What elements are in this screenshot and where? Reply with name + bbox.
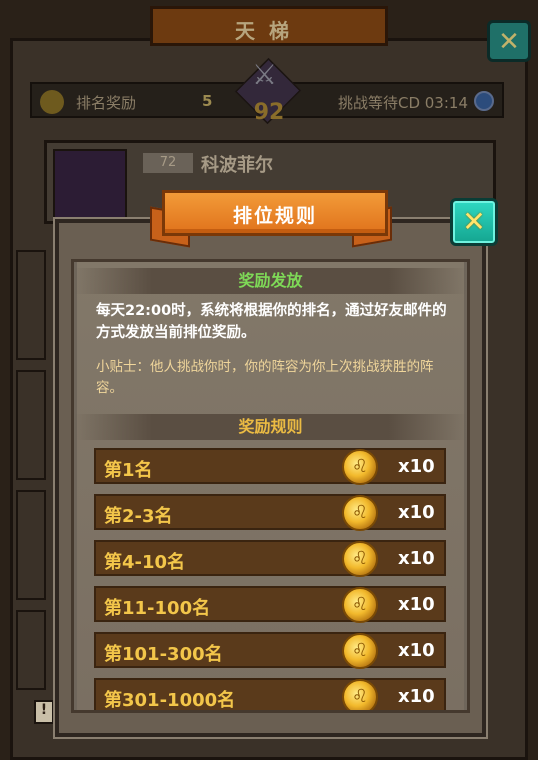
lion-coin-icon: ♌: [342, 541, 378, 577]
reward-row: 第1名 ♌ x10: [94, 448, 446, 485]
section-reward-rules: 奖励规则: [74, 414, 467, 440]
reward-rank-label: 第301-1000名: [104, 690, 236, 711]
reward-rank-label: 第2-3名: [104, 506, 173, 527]
rank-reward-value: 5: [202, 92, 213, 110]
reward-rank-label: 第101-300名: [104, 644, 223, 665]
dialog-title-ribbon: 排位规则: [162, 190, 388, 236]
background-close-button: ✕: [487, 20, 531, 62]
opponent-level: 72: [143, 153, 193, 173]
lion-coin-icon: ♌: [342, 449, 378, 485]
section-reward-distribution: 奖励发放: [74, 268, 467, 294]
opponent-avatar: [53, 149, 127, 219]
reward-quantity: x10: [398, 686, 435, 707]
tip-text: 小贴士：他人挑战你时，你的阵容为你上次挑战获胜的阵容。: [96, 359, 434, 396]
reward-row: 第11-100名 ♌ x10: [94, 586, 446, 623]
side-slot: [16, 250, 46, 360]
lion-coin-icon: ♌: [342, 587, 378, 623]
lion-coin-icon: ♌: [342, 679, 378, 710]
reward-row: 第301-1000名 ♌ x10: [94, 678, 446, 711]
opponent-name: 科波菲尔: [201, 155, 273, 176]
stopwatch-icon: [474, 91, 494, 111]
reward-row: 第4-10名 ♌ x10: [94, 540, 446, 577]
warning-icon: !: [34, 700, 54, 724]
reward-row: 第101-300名 ♌ x10: [94, 632, 446, 669]
challenge-cooldown: 挑战等待CD 03:14: [337, 94, 468, 112]
side-slot: [16, 370, 46, 480]
reward-rank-label: 第1名: [104, 460, 153, 481]
lion-coin-icon: ♌: [342, 633, 378, 669]
side-slot: [16, 610, 46, 690]
rules-content-panel[interactable]: 奖励发放 每天22:00时，系统将根据你的排名，通过好友邮件的方式发放当前排位奖…: [71, 259, 470, 713]
reward-quantity: x10: [398, 594, 435, 615]
ladder-title: 天梯: [235, 19, 303, 43]
reward-quantity: x10: [398, 640, 435, 661]
reward-quantity: x10: [398, 502, 435, 523]
reward-row: 第2-3名 ♌ x10: [94, 494, 446, 531]
reward-rank-label: 第4-10名: [104, 552, 186, 573]
dialog-title: 排位规则: [232, 205, 317, 227]
close-button[interactable]: ✕: [450, 198, 498, 246]
crossed-swords-icon: ⚔: [252, 58, 278, 91]
my-rank-number: 92: [253, 100, 285, 125]
reward-rank-label: 第11-100名: [104, 598, 211, 619]
reward-coin-icon: [40, 90, 64, 114]
side-slot: [16, 490, 46, 600]
rank-reward-label: 排名奖励: [76, 94, 137, 112]
rank-rules-dialog: 奖励发放 每天22:00时，系统将根据你的排名，通过好友邮件的方式发放当前排位奖…: [53, 217, 488, 739]
reward-distribution-text: 每天22:00时，系统将根据你的排名，通过好友邮件的方式发放当前排位奖励。: [96, 303, 447, 341]
reward-quantity: x10: [398, 548, 435, 569]
ladder-title-banner: 天梯: [150, 6, 388, 46]
reward-quantity: x10: [398, 456, 435, 477]
lion-coin-icon: ♌: [342, 495, 378, 531]
close-icon: ✕: [462, 205, 486, 238]
close-icon: ✕: [498, 27, 520, 57]
